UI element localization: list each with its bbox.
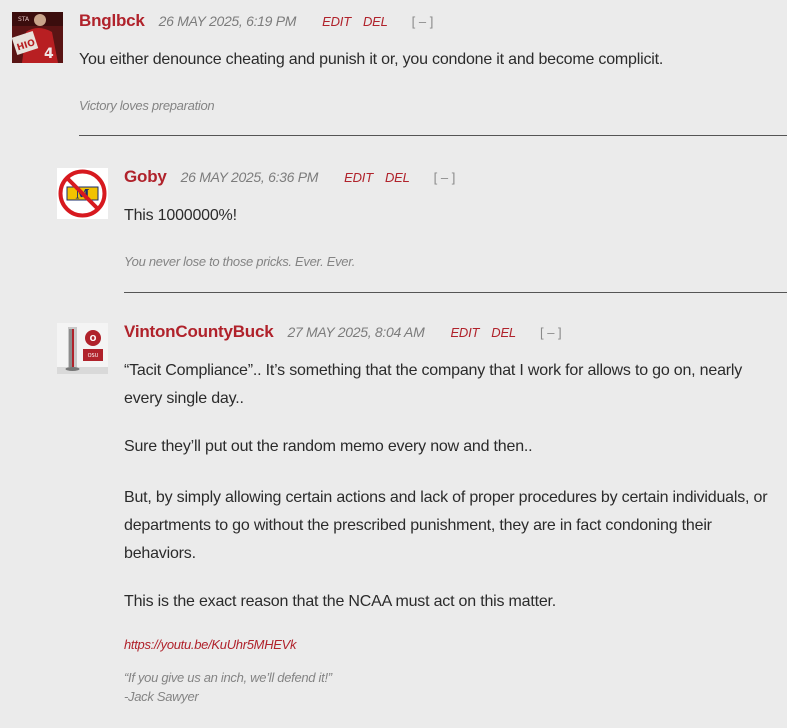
collapse-toggle[interactable]: [ – ] [434, 170, 456, 185]
comment-date: 27 MAY 2025, 8:04 AM [287, 324, 425, 340]
comment-paragraph: Sure they’ll put out the random memo eve… [124, 438, 533, 455]
signature-quote: “If you give us an inch, we’ll defend it… [124, 670, 332, 685]
comment-paragraph: This is the exact reason that the NCAA m… [124, 593, 557, 610]
comment-body: VintonCountyBuck 27 MAY 2025, 8:04 AM ED… [124, 321, 787, 706]
comment-paragraph: This 1000000%! [124, 207, 237, 224]
collapse-toggle[interactable]: [ – ] [412, 14, 434, 29]
edit-link[interactable]: EDIT [322, 14, 351, 29]
delete-link[interactable]: DEL [385, 170, 410, 185]
signature: “If you give us an inch, we’ll defend it… [124, 668, 787, 706]
comment-meta: VintonCountyBuck 27 MAY 2025, 8:04 AM ED… [124, 321, 787, 343]
comment-text: “Tacit Compliance”.. It’s something that… [124, 357, 787, 616]
comment-paragraph: But, by simply allowing certain actions … [124, 489, 768, 562]
divider [124, 292, 787, 293]
ohio-state-pole-icon: O OSU [57, 323, 108, 374]
comment-paragraph: “Tacit Compliance”.. It’s something that… [124, 362, 743, 407]
no-michigan-icon: M [57, 168, 108, 219]
collapse-toggle[interactable]: [ – ] [540, 325, 562, 340]
comment-body: Goby 26 MAY 2025, 6:36 PM EDIT DEL [ – ]… [124, 166, 787, 272]
edit-link[interactable]: EDIT [450, 325, 479, 340]
comment-thread: HIO 4 STA Bnglbck 26 MAY 2025, 6:19 PM E… [0, 0, 787, 728]
signature-attribution: -Jack Sawyer [124, 689, 199, 704]
author-name[interactable]: Goby [124, 167, 167, 187]
comment-body: Bnglbck 26 MAY 2025, 6:19 PM EDIT DEL [ … [79, 10, 787, 116]
youtube-link[interactable]: https://youtu.be/KuUhr5MHEVk [124, 637, 297, 652]
avatar[interactable]: M [57, 168, 108, 219]
signature: Victory loves preparation [79, 98, 215, 113]
svg-text:4: 4 [44, 46, 54, 62]
avatar[interactable]: O OSU [57, 323, 108, 374]
svg-text:OSU: OSU [88, 353, 99, 359]
comment-paragraph: You either denounce cheating and punish … [79, 51, 664, 68]
signature: You never lose to those pricks. Ever. Ev… [124, 254, 356, 269]
comment-text: This 1000000%! [124, 202, 787, 230]
comment-date: 26 MAY 2025, 6:19 PM [158, 13, 297, 29]
comment-meta: Bnglbck 26 MAY 2025, 6:19 PM EDIT DEL [ … [79, 10, 787, 32]
avatar[interactable]: HIO 4 STA [12, 12, 63, 63]
edit-link[interactable]: EDIT [344, 170, 373, 185]
comment-date: 26 MAY 2025, 6:36 PM [180, 169, 319, 185]
delete-link[interactable]: DEL [491, 325, 516, 340]
divider [79, 135, 787, 136]
comment-meta: Goby 26 MAY 2025, 6:36 PM EDIT DEL [ – ] [124, 166, 787, 188]
author-name[interactable]: Bnglbck [79, 11, 145, 31]
svg-text:O: O [90, 334, 97, 343]
football-player-photo-icon: HIO 4 STA [12, 12, 63, 63]
svg-text:STA: STA [18, 16, 30, 23]
delete-link[interactable]: DEL [363, 14, 388, 29]
author-name[interactable]: VintonCountyBuck [124, 322, 274, 342]
comment-text: You either denounce cheating and punish … [79, 46, 787, 74]
